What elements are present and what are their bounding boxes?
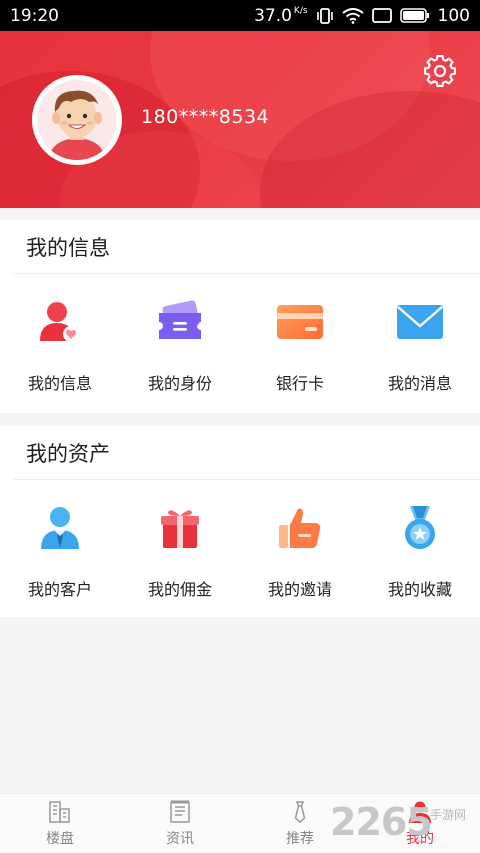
grid-item-my-info[interactable]: 我的信息 [0,274,120,394]
grid-item-my-identity[interactable]: 我的身份 [120,274,240,394]
grid-item-label: 银行卡 [275,374,324,393]
tab-label: 资讯 [166,831,194,847]
envelope-icon [390,292,450,352]
grid-item-label: 我的邀请 [267,580,332,599]
grid-item-my-customers[interactable]: 我的客户 [0,480,120,600]
wifi-icon [341,7,364,24]
bank-card-icon [270,292,330,352]
network-speed: 37.0 K/s [254,5,308,26]
grid-item-label: 我的收藏 [387,580,452,599]
icon-grid: 我的信息 我的身份 银行卡 我的消息 [0,274,480,394]
grid-item-bank-card[interactable]: 银行卡 [240,274,360,394]
grid-item-my-messages[interactable]: 我的消息 [360,274,480,394]
grid-item-label: 我的消息 [387,374,452,393]
my-info-card: 我的信息 我的信息 我的身份 银行卡 我的消息 [0,220,480,413]
news-icon [170,800,190,823]
tab-buildings[interactable]: 楼盘 [0,794,120,853]
section-title: 我的资产 [14,426,480,480]
grid-item-label: 我的信息 [27,374,92,393]
tab-label: 楼盘 [46,831,74,847]
phone-number: 180****8534 [141,106,270,128]
tab-news[interactable]: 资讯 [120,794,240,853]
grid-item-label: 我的身份 [147,374,212,393]
medal-icon [390,498,450,558]
thumbs-up-icon [270,498,330,558]
tie-icon [294,801,306,824]
icon-grid: 我的客户 我的佣金 我的邀请 我的收藏 [0,480,480,600]
watermark-site: 手游网 [430,808,467,822]
battery-level: 100 [437,5,470,26]
avatar[interactable] [32,75,122,165]
grid-item-label: 我的客户 [27,580,92,599]
grid-item-my-commission[interactable]: 我的佣金 [120,480,240,600]
screen-icon [371,8,392,23]
watermark-number: 2265 [330,800,433,844]
tab-label: 推荐 [286,831,314,847]
grid-item-my-favorites[interactable]: 我的收藏 [360,480,480,600]
grid-item-label: 我的佣金 [147,580,212,599]
settings-gear-icon[interactable] [423,54,457,88]
status-bar: 19:20 37.0 K/s 100 [0,0,480,31]
my-assets-card: 我的资产 我的客户 我的佣金 我的邀请 我的收藏 [0,426,480,617]
building-icon [49,801,70,823]
battery-icon [399,8,430,23]
status-icons: 37.0 K/s 100 [254,6,470,26]
cartoon-face-icon [37,80,117,160]
grid-item-my-invitations[interactable]: 我的邀请 [240,480,360,600]
id-ticket-icon [150,292,210,352]
gift-icon [150,498,210,558]
customer-icon [30,498,90,558]
section-title: 我的信息 [14,220,480,274]
status-time: 19:20 [10,5,59,26]
vibrate-icon [316,7,334,24]
profile-header: 180****8534 [0,31,480,208]
person-heart-icon [30,292,90,352]
